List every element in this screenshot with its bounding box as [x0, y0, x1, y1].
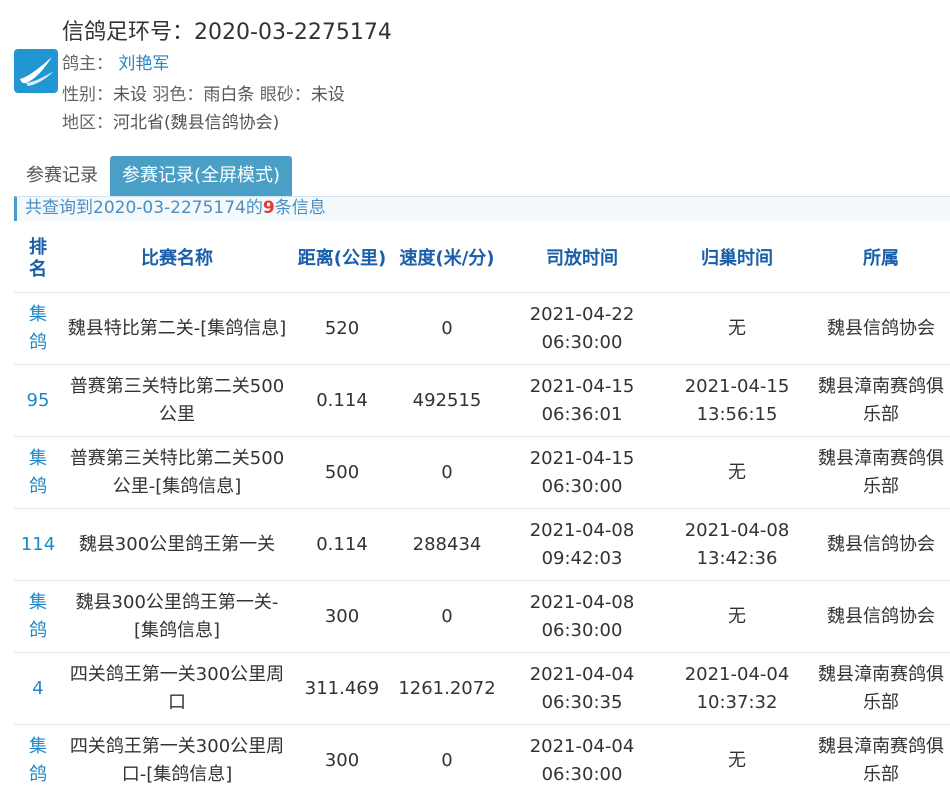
release-time-cell: 2021-04-15 06:30:00: [502, 437, 662, 509]
column-header-release-time[interactable]: 司放时间: [502, 226, 662, 293]
distance-cell: 300: [292, 581, 392, 653]
affiliation-cell: 魏县漳南赛鸽俱乐部: [812, 653, 950, 725]
table-row[interactable]: 集鸽 魏县特比第二关-[集鸽信息] 520 0 2021-04-22 06:30…: [14, 293, 950, 365]
feather-value: 雨白条: [203, 85, 254, 105]
release-time-cell: 2021-04-15 06:36:01: [502, 365, 662, 437]
race-name-cell: 普赛第三关特比第二关500公里: [62, 365, 292, 437]
race-records-table: 排名 比赛名称 距离(公里) 速度(米/分) 司放时间 归巢时间 所属 集鸽 魏…: [14, 226, 950, 796]
summary-count: 9: [263, 198, 275, 218]
table-row[interactable]: 集鸽 四关鸽王第一关300公里周口-[集鸽信息] 300 0 2021-04-0…: [14, 725, 950, 796]
distance-cell: 311.469: [292, 653, 392, 725]
feather-label: 羽色：: [152, 85, 203, 105]
column-header-distance[interactable]: 距离(公里): [292, 226, 392, 293]
race-name-cell: 四关鸽王第一关300公里周口-[集鸽信息]: [62, 725, 292, 796]
ring-number: 2020-03-2275174: [194, 20, 392, 45]
race-name-cell: 普赛第三关特比第二关500公里-[集鸽信息]: [62, 437, 292, 509]
column-header-return-time[interactable]: 归巢时间: [662, 226, 812, 293]
eye-label: 眼砂：: [260, 85, 311, 105]
return-time-cell: 无: [662, 581, 812, 653]
return-time-cell: 2021-04-08 13:42:36: [662, 509, 812, 581]
rank-cell: 集鸽: [14, 581, 62, 653]
pigeon-info-header: 信鸽足环号：2020-03-2275174 鸽主： 刘艳军 性别：未设 羽色：雨…: [0, 0, 950, 140]
speed-cell: 0: [392, 293, 502, 365]
record-tabs: 参赛记录 参赛记录(全屏模式): [14, 156, 292, 196]
distance-cell: 0.114: [292, 509, 392, 581]
race-name-cell: 魏县300公里鸽王第一关-[集鸽信息]: [62, 581, 292, 653]
summary-prefix: 共查询到2020-03-2275174的: [25, 198, 263, 218]
release-time-cell: 2021-04-04 06:30:35: [502, 653, 662, 725]
race-name-cell: 魏县300公里鸽王第一关: [62, 509, 292, 581]
return-time-cell: 2021-04-15 13:56:15: [662, 365, 812, 437]
speed-cell: 0: [392, 437, 502, 509]
rank-cell: 集鸽: [14, 437, 62, 509]
column-header-rank[interactable]: 排名: [14, 226, 62, 293]
table-row[interactable]: 95 普赛第三关特比第二关500公里 0.114 492515 2021-04-…: [14, 365, 950, 437]
column-header-race-name[interactable]: 比赛名称: [62, 226, 292, 293]
attributes-row: 性别：未设 羽色：雨白条 眼砂：未设: [62, 80, 345, 105]
table-row[interactable]: 集鸽 普赛第三关特比第二关500公里-[集鸽信息] 500 0 2021-04-…: [14, 437, 950, 509]
region-label: 地区：: [62, 113, 113, 133]
affiliation-cell: 魏县信鸽协会: [812, 581, 950, 653]
distance-cell: 300: [292, 725, 392, 796]
speed-cell: 492515: [392, 365, 502, 437]
affiliation-cell: 魏县信鸽协会: [812, 293, 950, 365]
region-row: 地区：河北省(魏县信鸽协会): [62, 108, 279, 133]
table-row[interactable]: 114 魏县300公里鸽王第一关 0.114 288434 2021-04-08…: [14, 509, 950, 581]
rank-cell: 集鸽: [14, 725, 62, 796]
release-time-cell: 2021-04-08 09:42:03: [502, 509, 662, 581]
return-time-cell: 2021-04-04 10:37:32: [662, 653, 812, 725]
rank-cell: 集鸽: [14, 293, 62, 365]
tab-race-records-fullscreen[interactable]: 参赛记录(全屏模式): [110, 156, 292, 196]
ring-number-title: 信鸽足环号：2020-03-2275174: [62, 14, 392, 46]
gender-label: 性别：: [62, 85, 113, 105]
column-header-speed[interactable]: 速度(米/分): [392, 226, 502, 293]
swallow-logo-icon: [14, 49, 58, 93]
eye-value: 未设: [311, 85, 345, 105]
table-row[interactable]: 4 四关鸽王第一关300公里周口 311.469 1261.2072 2021-…: [14, 653, 950, 725]
return-time-cell: 无: [662, 437, 812, 509]
race-name-cell: 四关鸽王第一关300公里周口: [62, 653, 292, 725]
ring-label: 信鸽足环号：: [62, 20, 194, 45]
result-summary: 共查询到2020-03-2275174的9条信息: [14, 196, 950, 221]
return-time-cell: 无: [662, 293, 812, 365]
owner-row: 鸽主： 刘艳军: [62, 49, 169, 74]
table-row[interactable]: 集鸽 魏县300公里鸽王第一关-[集鸽信息] 300 0 2021-04-08 …: [14, 581, 950, 653]
distance-cell: 520: [292, 293, 392, 365]
tab-race-records[interactable]: 参赛记录: [14, 156, 110, 196]
rank-cell: 4: [14, 653, 62, 725]
gender-value: 未设: [113, 85, 147, 105]
column-header-affiliation[interactable]: 所属: [812, 226, 950, 293]
distance-cell: 500: [292, 437, 392, 509]
speed-cell: 0: [392, 581, 502, 653]
affiliation-cell: 魏县信鸽协会: [812, 509, 950, 581]
speed-cell: 288434: [392, 509, 502, 581]
return-time-cell: 无: [662, 725, 812, 796]
race-name-cell: 魏县特比第二关-[集鸽信息]: [62, 293, 292, 365]
table-header-row: 排名 比赛名称 距离(公里) 速度(米/分) 司放时间 归巢时间 所属: [14, 226, 950, 293]
affiliation-cell: 魏县漳南赛鸽俱乐部: [812, 437, 950, 509]
region-value: 河北省(魏县信鸽协会): [113, 113, 279, 133]
affiliation-cell: 魏县漳南赛鸽俱乐部: [812, 365, 950, 437]
speed-cell: 1261.2072: [392, 653, 502, 725]
speed-cell: 0: [392, 725, 502, 796]
distance-cell: 0.114: [292, 365, 392, 437]
owner-label: 鸽主：: [62, 54, 113, 74]
summary-suffix: 条信息: [275, 198, 326, 218]
release-time-cell: 2021-04-08 06:30:00: [502, 581, 662, 653]
rank-cell: 114: [14, 509, 62, 581]
rank-cell: 95: [14, 365, 62, 437]
affiliation-cell: 魏县漳南赛鸽俱乐部: [812, 725, 950, 796]
release-time-cell: 2021-04-22 06:30:00: [502, 293, 662, 365]
release-time-cell: 2021-04-04 06:30:00: [502, 725, 662, 796]
owner-name-link[interactable]: 刘艳军: [118, 54, 169, 74]
